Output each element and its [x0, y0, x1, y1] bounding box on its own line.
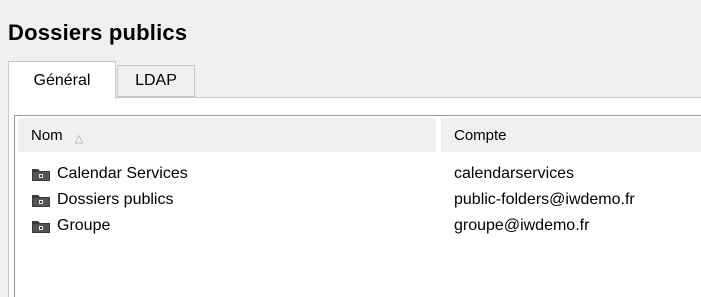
tab-ldap[interactable]: LDAP	[117, 65, 195, 97]
page-title: Dossiers publics	[8, 20, 188, 45]
list-item-name-cell: Calendar Services	[31, 161, 188, 187]
column-header-compte[interactable]: Compte	[441, 118, 701, 152]
tab-general[interactable]: Général	[8, 61, 116, 99]
list-item[interactable]: Dossiers publics public-folders@iwdemo.f…	[15, 187, 701, 213]
public-folder-icon	[31, 218, 51, 234]
list-item-account: groupe@iwdemo.fr	[454, 217, 590, 234]
list-item-name: Groupe	[57, 217, 111, 234]
public-folder-icon	[31, 166, 51, 182]
column-header-nom[interactable]: Nom △	[18, 118, 436, 152]
column-header-label: Nom	[31, 126, 63, 144]
public-folders-list[interactable]: Nom △ Compte Calendar Services calendars…	[14, 115, 701, 297]
list-item-account: calendarservices	[454, 165, 575, 182]
column-header-label: Compte	[454, 126, 507, 144]
list-item-name-cell: Groupe	[31, 213, 110, 239]
list-item[interactable]: Groupe groupe@iwdemo.fr	[15, 213, 701, 239]
list-item-account: public-folders@iwdemo.fr	[454, 191, 635, 208]
list-header: Nom △ Compte	[15, 116, 701, 153]
list-item-name-cell: Dossiers publics	[31, 187, 173, 213]
list-item-name: Dossiers publics	[57, 191, 174, 208]
public-folder-icon	[31, 192, 51, 208]
dialog-window: Dossiers publics Général LDAP Nom △ Comp…	[0, 0, 701, 297]
sort-ascending-icon: △	[74, 132, 84, 145]
list-item-name: Calendar Services	[57, 165, 188, 182]
list-item[interactable]: Calendar Services calendarservices	[15, 161, 701, 187]
